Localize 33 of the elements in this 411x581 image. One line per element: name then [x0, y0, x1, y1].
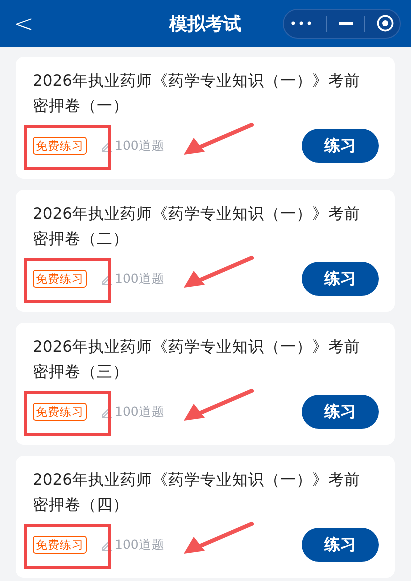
free-tag: 免费练习: [33, 270, 87, 288]
page-title: 模拟考试: [170, 14, 242, 34]
free-tag: 免费练习: [33, 536, 87, 554]
paper-title: 2026年执业药师《药学专业知识（一）》考前密押卷（三）: [33, 337, 362, 383]
annotation-arrow: [184, 123, 254, 155]
annotation-arrow: [184, 256, 254, 288]
paper-card[interactable]: 2026年执业药师《药学专业知识（一）》考前密押卷（二） 免费练习 100道题 练习: [16, 190, 395, 312]
paper-title: 2026年执业药师《药学专业知识（一）》考前密押卷（一）: [33, 71, 362, 117]
more-button[interactable]: •••: [290, 16, 314, 30]
pencil-icon: [101, 273, 113, 285]
question-count: 100道题: [115, 270, 165, 288]
annotation-arrow: [184, 389, 254, 421]
practice-button[interactable]: 练习: [302, 395, 379, 429]
question-count: 100道题: [115, 138, 165, 154]
paper-title: 2026年执业药师《药学专业知识（一）》考前密押卷（二）: [33, 204, 362, 250]
back-button[interactable]: <: [14, 12, 34, 36]
paper-title: 2026年执业药师《药学专业知识（一）》考前密押卷（四）: [33, 470, 362, 516]
practice-button[interactable]: 练习: [302, 129, 379, 163]
question-count: 100道题: [115, 404, 165, 420]
pencil-icon: [101, 539, 113, 551]
annotation-arrow: [184, 522, 254, 554]
paper-card[interactable]: 2026年执业药师《药学专业知识（一）》考前密押卷（三） 免费练习 100道题 练习: [16, 323, 395, 445]
free-tag: 免费练习: [33, 403, 87, 421]
paper-card[interactable]: 2026年执业药师《药学专业知识（一）》考前密押卷（四） 免费练习 100道题 练习: [16, 456, 395, 578]
pencil-icon: [101, 406, 113, 418]
close-icon[interactable]: [377, 15, 394, 32]
free-tag: 免费练习: [33, 137, 87, 155]
question-count: 100道题: [115, 536, 165, 554]
paper-card[interactable]: 2026年执业药师《药学专业知识（一）》考前密押卷（一） 免费练习 100道题 练习: [16, 57, 395, 179]
pencil-icon: [101, 140, 113, 152]
minimize-icon[interactable]: [338, 22, 353, 25]
practice-button[interactable]: 练习: [302, 262, 379, 296]
practice-button[interactable]: 练习: [302, 528, 379, 562]
